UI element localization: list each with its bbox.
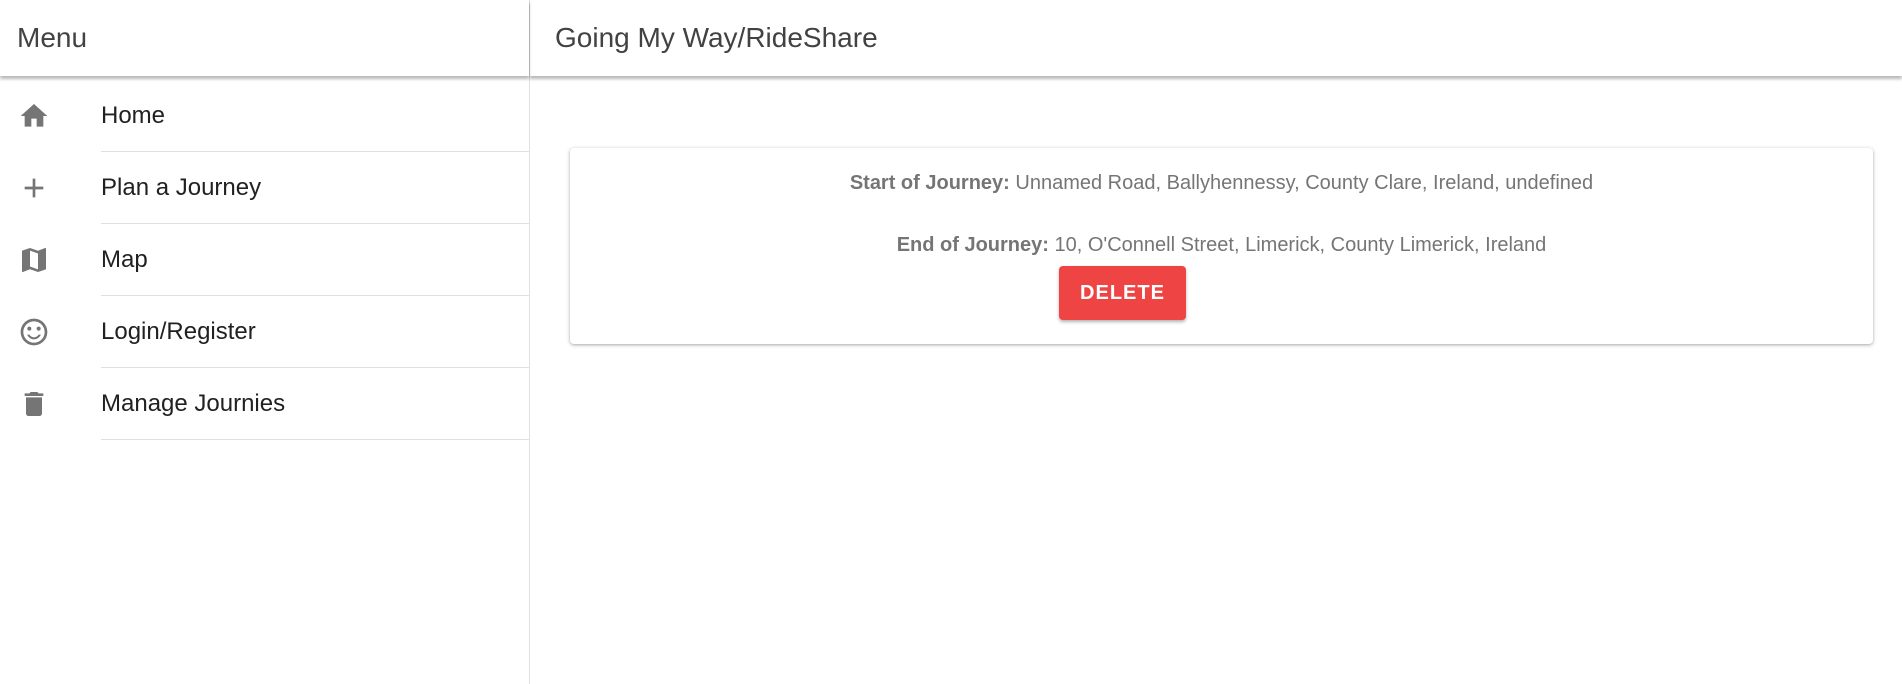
page-title: Going My Way/RideShare: [555, 22, 878, 53]
journey-card: Start of Journey: Unnamed Road, Ballyhen…: [570, 148, 1873, 344]
map-icon: [0, 224, 101, 296]
main-content: Going My Way/RideShare Start of Journey:…: [530, 0, 1902, 684]
journey-end: End of Journey: 10, O'Connell Street, Li…: [570, 234, 1873, 257]
sidebar-item-map[interactable]: Map: [0, 224, 529, 296]
sidebar-item-label: Manage Journies: [101, 368, 529, 440]
journey-end-value: 10, O'Connell Street, Limerick, County L…: [1054, 234, 1547, 256]
sidebar-item-plan-a-journey[interactable]: Plan a Journey: [0, 152, 529, 224]
app-bar: Going My Way/RideShare: [530, 0, 1902, 76]
sidebar-item-manage-journies[interactable]: Manage Journies: [0, 368, 529, 440]
sidebar-title: Menu: [17, 22, 88, 53]
sidebar-item-label: Plan a Journey: [101, 152, 529, 224]
app-root: Menu Home Plan a Journey Map Login/Regis…: [0, 0, 1902, 684]
delete-button[interactable]: DELETE: [1059, 266, 1186, 320]
nav-list: Home Plan a Journey Map Login/Register M…: [0, 80, 529, 440]
sidebar-item-label: Login/Register: [101, 296, 529, 368]
journey-start-value: Unnamed Road, Ballyhennessy, County Clar…: [1015, 172, 1594, 194]
smiley-icon: [0, 296, 101, 368]
sidebar-item-label: Home: [101, 80, 529, 152]
sidebar-header: Menu: [0, 0, 529, 76]
journey-end-label: End of Journey:: [896, 234, 1049, 256]
sidebar-item-login-register[interactable]: Login/Register: [0, 296, 529, 368]
trash-icon: [0, 368, 101, 440]
sidebar: Menu Home Plan a Journey Map Login/Regis…: [0, 0, 530, 684]
plus-icon: [0, 152, 101, 224]
sidebar-item-label: Map: [101, 224, 529, 296]
home-icon: [0, 80, 101, 152]
journey-start-label: Start of Journey:: [849, 172, 1010, 194]
journey-start: Start of Journey: Unnamed Road, Ballyhen…: [570, 172, 1873, 195]
sidebar-item-home[interactable]: Home: [0, 80, 529, 152]
